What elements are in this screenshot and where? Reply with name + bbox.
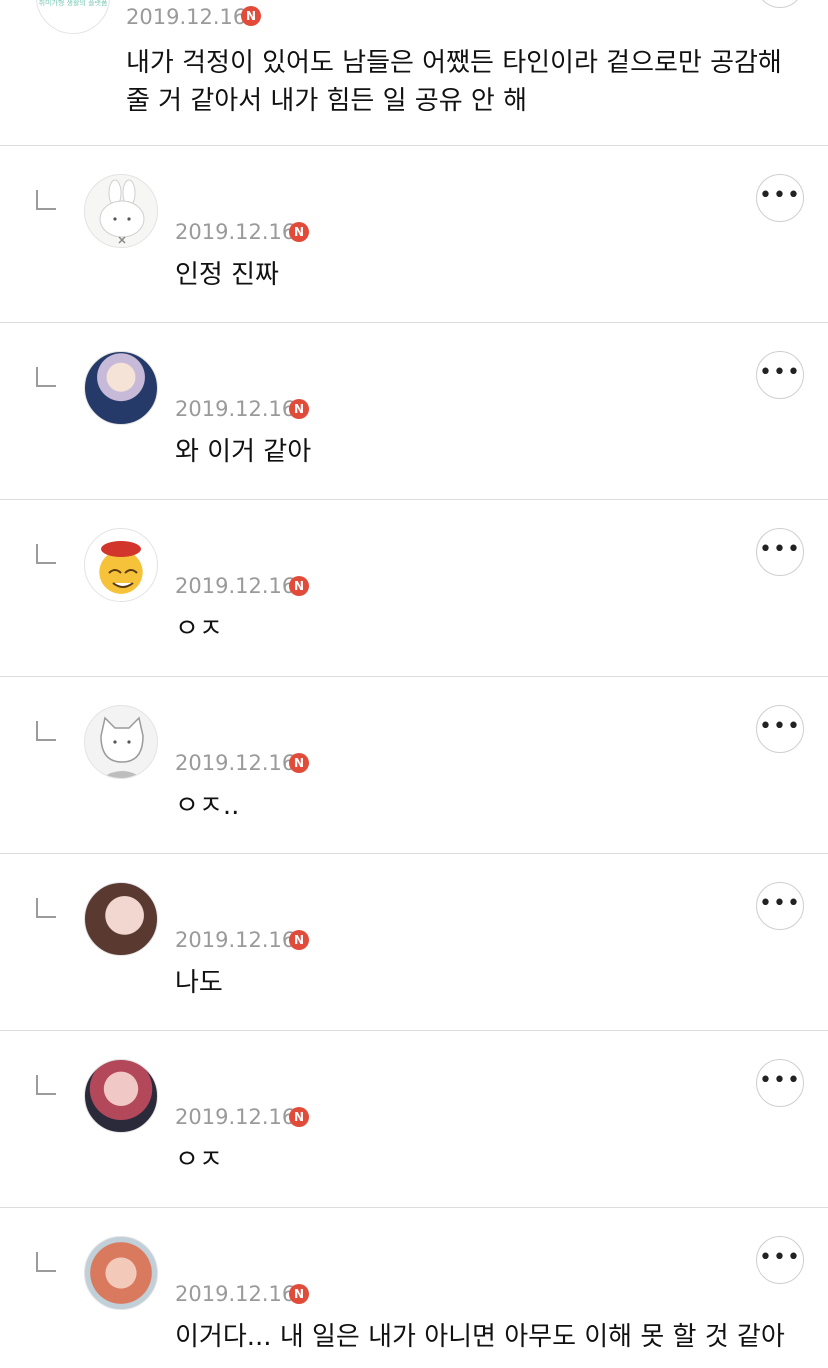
new-badge: N [289, 1284, 309, 1304]
more-options-button[interactable]: ••• [756, 1059, 804, 1107]
rabbit-avatar[interactable] [84, 174, 158, 248]
new-badge: N [289, 1107, 309, 1127]
avatar[interactable]: 취미가형 생활의 플랫폼 [36, 0, 110, 34]
new-badge: N [289, 399, 309, 419]
portrait-avatar[interactable] [84, 1236, 158, 1310]
more-options-button[interactable]: ••• [756, 882, 804, 930]
reply-date: 2019.12.16 [175, 751, 296, 775]
emoji-avatar[interactable] [84, 528, 158, 602]
reply-arrow-icon [36, 367, 56, 387]
more-options-button[interactable]: ••• [756, 1236, 804, 1284]
portrait-avatar[interactable] [84, 1059, 158, 1133]
reply-item: 2019.12.16 N ㅇㅈ.. ••• [0, 677, 828, 854]
reply-item: 2019.12.16 N 와 이거 같아 ••• [0, 323, 828, 500]
more-options-button[interactable]: ••• [756, 174, 804, 222]
reply-date: 2019.12.16 [175, 1105, 296, 1129]
avatar-logo: 취미가형 생활의 플랫폼 [38, 0, 108, 7]
more-options-button[interactable]: ••• [756, 351, 804, 399]
cat-avatar[interactable] [84, 705, 158, 779]
reply-date: 2019.12.16 [175, 574, 296, 598]
new-badge: N [289, 930, 309, 950]
reply-arrow-icon [36, 190, 56, 210]
reply-text: ㅇㅈ [175, 614, 223, 644]
new-badge: N [241, 6, 261, 26]
reply-date: 2019.12.16 [175, 220, 296, 244]
comment-date: 2019.12.16 [126, 5, 247, 29]
new-badge: N [289, 753, 309, 773]
reply-arrow-icon [36, 544, 56, 564]
more-options-button[interactable]: ••• [756, 705, 804, 753]
reply-item: 2019.12.16 N 나도 ••• [0, 854, 828, 1031]
reply-item: 2019.12.16 N 이거다... 내 일은 내가 아니면 아무도 이해 못… [0, 1208, 828, 1368]
reply-item: 2019.12.16 N 인정 진짜 ••• [0, 146, 828, 323]
reply-arrow-icon [36, 721, 56, 741]
reply-arrow-icon [36, 898, 56, 918]
reply-text: 인정 진짜 [175, 260, 279, 290]
reply-text: ㅇㅈ [175, 1145, 223, 1175]
reply-arrow-icon [36, 1075, 56, 1095]
reply-date: 2019.12.16 [175, 928, 296, 952]
reply-date: 2019.12.16 [175, 1282, 296, 1306]
comment-item: 취미가형 생활의 플랫폼 2019.12.16 N 내가 걱정이 있어도 남들은… [0, 0, 828, 146]
reply-item: 2019.12.16 N ㅇㅈ ••• [0, 500, 828, 677]
portrait-avatar[interactable] [84, 882, 158, 956]
comment-text: 내가 걱정이 있어도 남들은 어쨌든 타인이라 겉으로만 공감해 줄 거 같아서… [126, 48, 782, 116]
new-badge: N [289, 222, 309, 242]
reply-arrow-icon [36, 1252, 56, 1272]
reply-text: 나도 [175, 968, 223, 998]
more-options-button[interactable]: ••• [756, 528, 804, 576]
reply-text: ㅇㅈ.. [175, 791, 240, 821]
more-options-button[interactable] [756, 0, 804, 8]
reply-text: 이거다... 내 일은 내가 아니면 아무도 이해 못 할 것 같아 [175, 1322, 785, 1352]
reply-date: 2019.12.16 [175, 397, 296, 421]
reply-text: 와 이거 같아 [175, 437, 312, 467]
new-badge: N [289, 576, 309, 596]
princess-avatar[interactable] [84, 351, 158, 425]
reply-item: 2019.12.16 N ㅇㅈ ••• [0, 1031, 828, 1208]
